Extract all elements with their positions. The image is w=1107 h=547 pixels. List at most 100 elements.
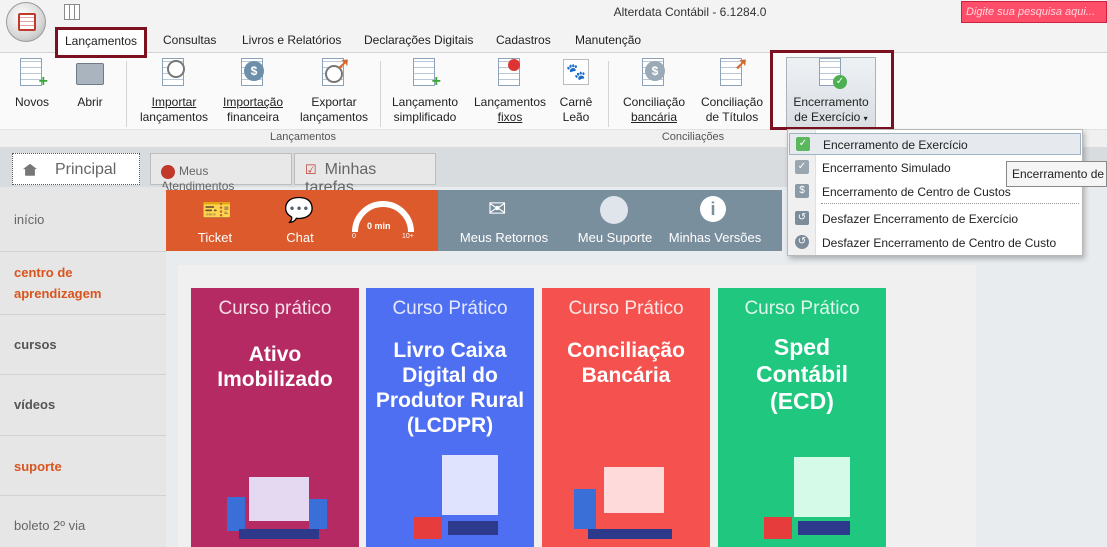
cost-center-icon: $ bbox=[795, 184, 809, 198]
tab-livros-relatorios[interactable]: Livros e Relatórios bbox=[242, 33, 341, 47]
card-kicker: Curso Prático bbox=[392, 298, 508, 319]
folder-icon bbox=[74, 57, 106, 89]
course-card-lcdpr[interactable]: Curso Prático Livro Caixa Digital do Pro… bbox=[366, 288, 534, 547]
chat-icon: 💬 bbox=[284, 197, 314, 224]
card-title: Livro Caixa Digital do Produtor Rural (L… bbox=[366, 338, 534, 438]
nav-centro-aprendizagem[interactable]: centro de aprendizagem bbox=[14, 262, 101, 304]
dropdown-separator bbox=[821, 203, 1079, 204]
card-kicker: Curso prático bbox=[218, 298, 332, 319]
card-illustration bbox=[574, 467, 672, 539]
tab-consultas[interactable]: Consultas bbox=[163, 33, 216, 47]
encerramento-label-1: Encerramento bbox=[793, 95, 869, 109]
ticket-button[interactable]: Ticket bbox=[186, 230, 244, 245]
chat-button[interactable]: Chat bbox=[272, 230, 328, 245]
search-input[interactable]: Digite sua pesquisa aqui... bbox=[961, 1, 1107, 23]
card-title: Ativo Imobilizado bbox=[191, 342, 359, 392]
check-icon: ✓ bbox=[796, 137, 810, 151]
divider bbox=[0, 251, 166, 252]
novos-label: Novos bbox=[14, 95, 49, 109]
undo-icon: ↺ bbox=[795, 235, 809, 249]
menu-item-desfazer-centro-custo[interactable]: ↺ Desfazer Encerramento de Centro de Cus… bbox=[789, 232, 1081, 254]
menu-item-label: Encerramento de Centro de Custos bbox=[822, 185, 1011, 199]
nav-suporte[interactable]: suporte bbox=[14, 456, 62, 477]
conc-bancaria-label-1: Conciliação bbox=[622, 95, 686, 109]
meus-retornos-button[interactable]: Meus Retornos bbox=[456, 230, 552, 245]
importar-label-1: Importar bbox=[151, 95, 197, 109]
exportar-label-1: Exportar bbox=[311, 95, 357, 109]
minhas-versoes-button[interactable]: Minhas Versões bbox=[664, 230, 766, 245]
menu-item-encerramento-exercicio[interactable]: ✓ Encerramento de Exercício bbox=[789, 133, 1081, 155]
nav-centro-label-2: aprendizagem bbox=[14, 286, 102, 301]
coin-icon: $ bbox=[237, 57, 269, 89]
nav-videos[interactable]: vídeos bbox=[14, 397, 55, 412]
tab-manutencao[interactable]: Manutenção bbox=[575, 33, 641, 47]
fixos-label-1: Lançamentos bbox=[473, 95, 547, 109]
menu-item-desfazer-exercicio[interactable]: ↺ Desfazer Encerramento de Exercício bbox=[789, 208, 1081, 230]
divider bbox=[0, 435, 166, 436]
ribbon-separator bbox=[608, 61, 609, 127]
divider bbox=[0, 374, 166, 375]
carne-label-1: Carnê bbox=[559, 95, 593, 109]
nav-cursos[interactable]: cursos bbox=[14, 337, 57, 352]
nav-boleto[interactable]: boleto 2º via bbox=[14, 518, 85, 533]
info-icon: i bbox=[700, 196, 726, 222]
importacao-financeira-button[interactable]: $ Importação financeira bbox=[218, 57, 288, 125]
card-title-line: Produtor Rural bbox=[375, 389, 525, 412]
conciliacao-titulos-button[interactable]: ➚ Conciliação de Títulos bbox=[698, 57, 766, 125]
lancamentos-fixos-button[interactable]: Lançamentos fixos bbox=[472, 57, 548, 125]
card-illustration bbox=[414, 455, 498, 539]
meu-suporte-button[interactable]: Meu Suporte bbox=[572, 230, 658, 245]
tab-minhas-tarefas[interactable]: ☑ Minhas tarefas bbox=[294, 153, 436, 196]
gauge-min: 0 bbox=[352, 233, 356, 240]
nav-centro-label-1: centro de bbox=[14, 265, 73, 280]
conciliacao-bancaria-button[interactable]: $ Conciliação bancária bbox=[620, 57, 688, 125]
home-icon bbox=[23, 163, 37, 176]
checkbox-icon: ☑ bbox=[305, 162, 317, 177]
undo-icon: ↺ bbox=[795, 211, 809, 225]
card-illustration bbox=[227, 477, 327, 539]
menu-tabs: Lançamentos Consultas Livros e Relatório… bbox=[0, 26, 1107, 54]
import-clock-icon bbox=[158, 57, 190, 89]
gauge-value: 0 min bbox=[367, 221, 391, 231]
novos-button[interactable]: + Novos bbox=[12, 57, 52, 110]
nav-inicio[interactable]: início bbox=[14, 212, 44, 227]
tab-principal[interactable]: Principal bbox=[12, 153, 140, 185]
tab-principal-label: Principal bbox=[55, 161, 117, 178]
left-nav: início centro de aprendizagem cursos víd… bbox=[0, 187, 166, 547]
app-logo-icon bbox=[18, 13, 36, 31]
carne-leao-button[interactable]: 🐾 Carnê Leão bbox=[558, 57, 594, 125]
lancamento-label-1: Lançamento bbox=[391, 95, 459, 109]
encerramento-exercicio-button[interactable]: ✓ Encerramento de Exercício ▾ bbox=[790, 57, 872, 126]
course-card-sped[interactable]: Curso Prático Sped Contábil (ECD) bbox=[718, 288, 886, 547]
tab-cadastros[interactable]: Cadastros bbox=[496, 33, 551, 47]
lancamento-label-2: simplificado bbox=[393, 110, 457, 124]
card-title-line: Conciliação bbox=[567, 339, 685, 362]
tab-lancamentos[interactable]: Lançamentos bbox=[57, 28, 146, 54]
card-title-line: Sped bbox=[773, 334, 831, 360]
course-card-ativo[interactable]: Curso prático Ativo Imobilizado bbox=[191, 288, 359, 547]
paw-icon: 🐾 bbox=[560, 57, 592, 89]
bank-reconcile-icon: $ bbox=[638, 57, 670, 89]
tab-meus-atendimentos[interactable]: Meus Atendimentos bbox=[150, 153, 292, 193]
grid-icon[interactable] bbox=[64, 4, 80, 20]
course-card-conciliacao[interactable]: Curso Prático Conciliação Bancária bbox=[542, 288, 710, 547]
importar-lancamentos-button[interactable]: Importar lançamentos bbox=[138, 57, 210, 125]
app-menu-button[interactable] bbox=[6, 2, 46, 42]
pin-icon bbox=[494, 57, 526, 89]
check-gray-icon: ✓ bbox=[795, 160, 809, 174]
user-icon bbox=[600, 196, 628, 224]
lancamento-simplificado-button[interactable]: + Lançamento simplificado bbox=[388, 57, 462, 125]
ribbon-separator bbox=[380, 61, 381, 127]
abrir-label: Abrir bbox=[77, 95, 103, 109]
divider bbox=[0, 495, 166, 496]
simple-entry-icon: + bbox=[409, 57, 441, 90]
chevron-down-icon: ▾ bbox=[863, 114, 868, 123]
abrir-button[interactable]: Abrir bbox=[70, 57, 110, 110]
new-document-icon: + bbox=[16, 57, 48, 90]
conc-titulos-label-1: Conciliação bbox=[700, 95, 764, 109]
menu-item-label: Encerramento de Exercício bbox=[823, 138, 968, 152]
card-title: Conciliação Bancária bbox=[542, 338, 710, 388]
tab-declaracoes-digitais[interactable]: Declarações Digitais bbox=[364, 33, 473, 47]
exportar-lancamentos-button[interactable]: ➚ Exportar lançamentos bbox=[298, 57, 370, 125]
ticket-icon: 🎫 bbox=[202, 197, 232, 224]
